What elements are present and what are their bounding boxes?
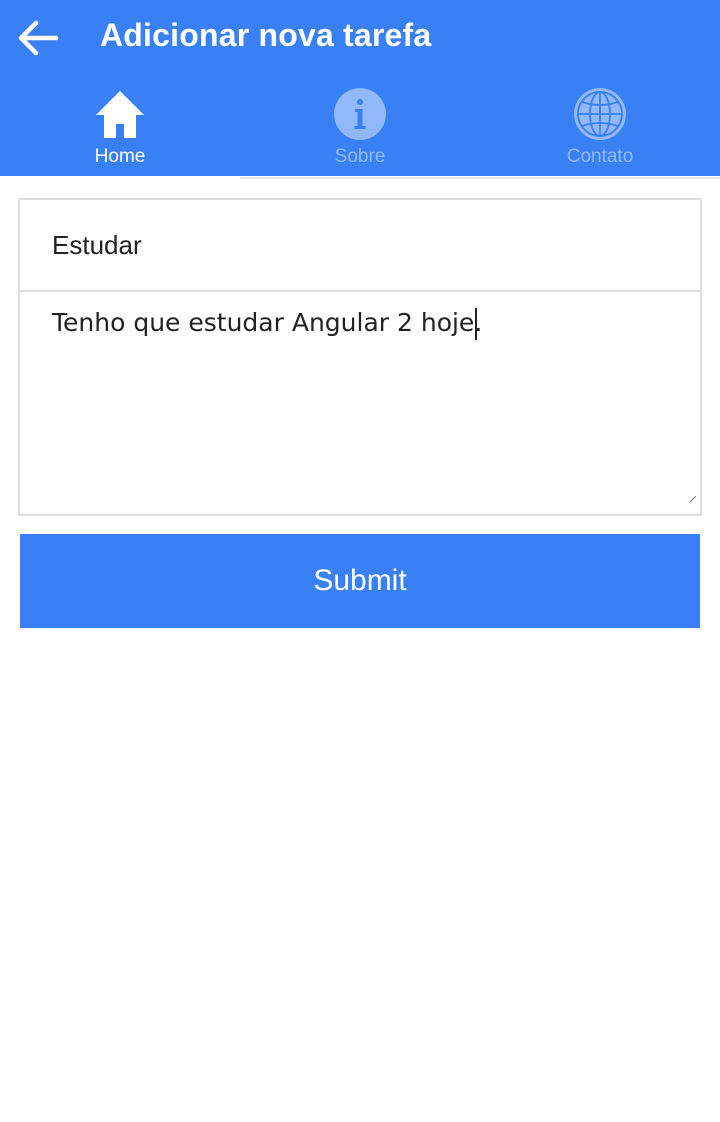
resize-grip-icon[interactable]: [690, 496, 696, 502]
home-icon: [96, 91, 144, 138]
tab-bar: Home Sobre Contato: [0, 82, 720, 180]
submit-button[interactable]: Submit: [20, 534, 700, 628]
tab-home-label: Home: [94, 146, 146, 167]
tab-home[interactable]: Home: [0, 82, 240, 180]
header-row: Adicionar nova tarefa: [0, 0, 720, 76]
tab-contato[interactable]: Contato: [480, 82, 720, 178]
tab-contato-label: Contato: [566, 146, 634, 167]
back-button[interactable]: [10, 12, 66, 64]
task-title-input[interactable]: [20, 200, 700, 292]
tab-sobre[interactable]: Sobre: [240, 82, 480, 178]
active-tab-indicator: [0, 176, 240, 180]
info-icon: [334, 88, 386, 140]
globe-icon: [574, 88, 626, 140]
page-title: Adicionar nova tarefa: [100, 17, 432, 53]
tab-sobre-label: Sobre: [334, 146, 386, 167]
task-description-textarea[interactable]: Tenho que estudar Angular 2 hoje.: [20, 292, 700, 514]
app-header: Adicionar nova tarefa Home Sobre Contato: [0, 0, 720, 180]
arrow-left-icon: [18, 20, 59, 56]
tab-divider: [240, 177, 720, 179]
text-cursor: [475, 308, 477, 340]
task-form: Tenho que estudar Angular 2 hoje.: [18, 198, 702, 516]
